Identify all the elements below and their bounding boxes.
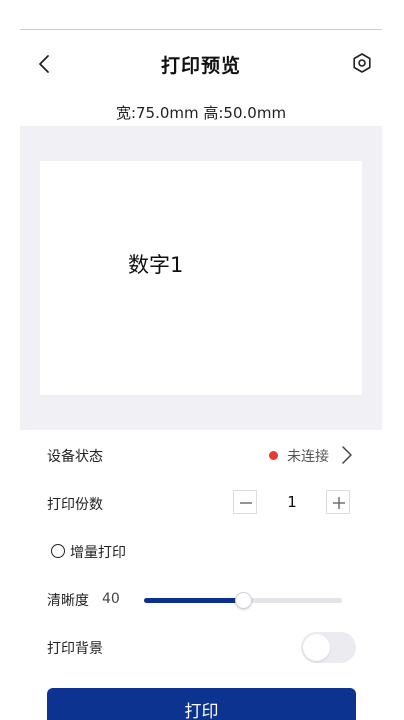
clarity-row: 清晰度 40 (20, 584, 382, 614)
clarity-value: 40 (102, 591, 120, 607)
page-title: 打印预览 (160, 55, 241, 77)
increment-button[interactable] (326, 490, 350, 514)
print-button[interactable]: 打印 (47, 688, 356, 720)
nav-bar: 打印预览 (20, 46, 382, 82)
clarity-slider[interactable] (144, 592, 342, 609)
print-background-toggle[interactable] (301, 632, 356, 663)
print-background-row: 打印背景 (20, 632, 382, 663)
chevron-right-icon[interactable] (340, 444, 354, 466)
minus-icon (240, 502, 252, 504)
device-status-label: 设备状态 (47, 449, 103, 465)
copies-value: 1 (287, 493, 297, 511)
copies-row: 打印份数 1 (20, 488, 382, 518)
incremental-print-row[interactable]: 增量打印 (20, 536, 382, 566)
hexagon-settings-icon[interactable] (350, 51, 374, 75)
plus-icon (333, 497, 345, 509)
device-status-value: 未连接 (287, 449, 329, 465)
print-preview-screen: 打印预览 宽:75.0mm 高:50.0mm 数字1 设备状态 未连接 打印份数… (20, 30, 382, 720)
clarity-slider-fill (144, 598, 243, 603)
print-background-label: 打印背景 (47, 641, 103, 657)
status-dot-icon (269, 451, 278, 460)
label-content-text: 数字1 (128, 253, 184, 277)
label-preview-canvas: 数字1 (40, 161, 362, 395)
preview-area: 数字1 (20, 126, 382, 430)
label-dimensions: 宽:75.0mm 高:50.0mm (115, 104, 287, 122)
clarity-label: 清晰度 (47, 593, 89, 609)
device-status-row[interactable]: 设备状态 未连接 (20, 440, 382, 470)
decrement-button[interactable] (233, 490, 257, 514)
incremental-print-label: 增量打印 (70, 545, 126, 561)
copies-label: 打印份数 (47, 497, 103, 513)
clarity-slider-thumb[interactable] (235, 592, 252, 609)
toggle-knob (303, 634, 330, 661)
incremental-print-radio[interactable] (51, 544, 65, 558)
